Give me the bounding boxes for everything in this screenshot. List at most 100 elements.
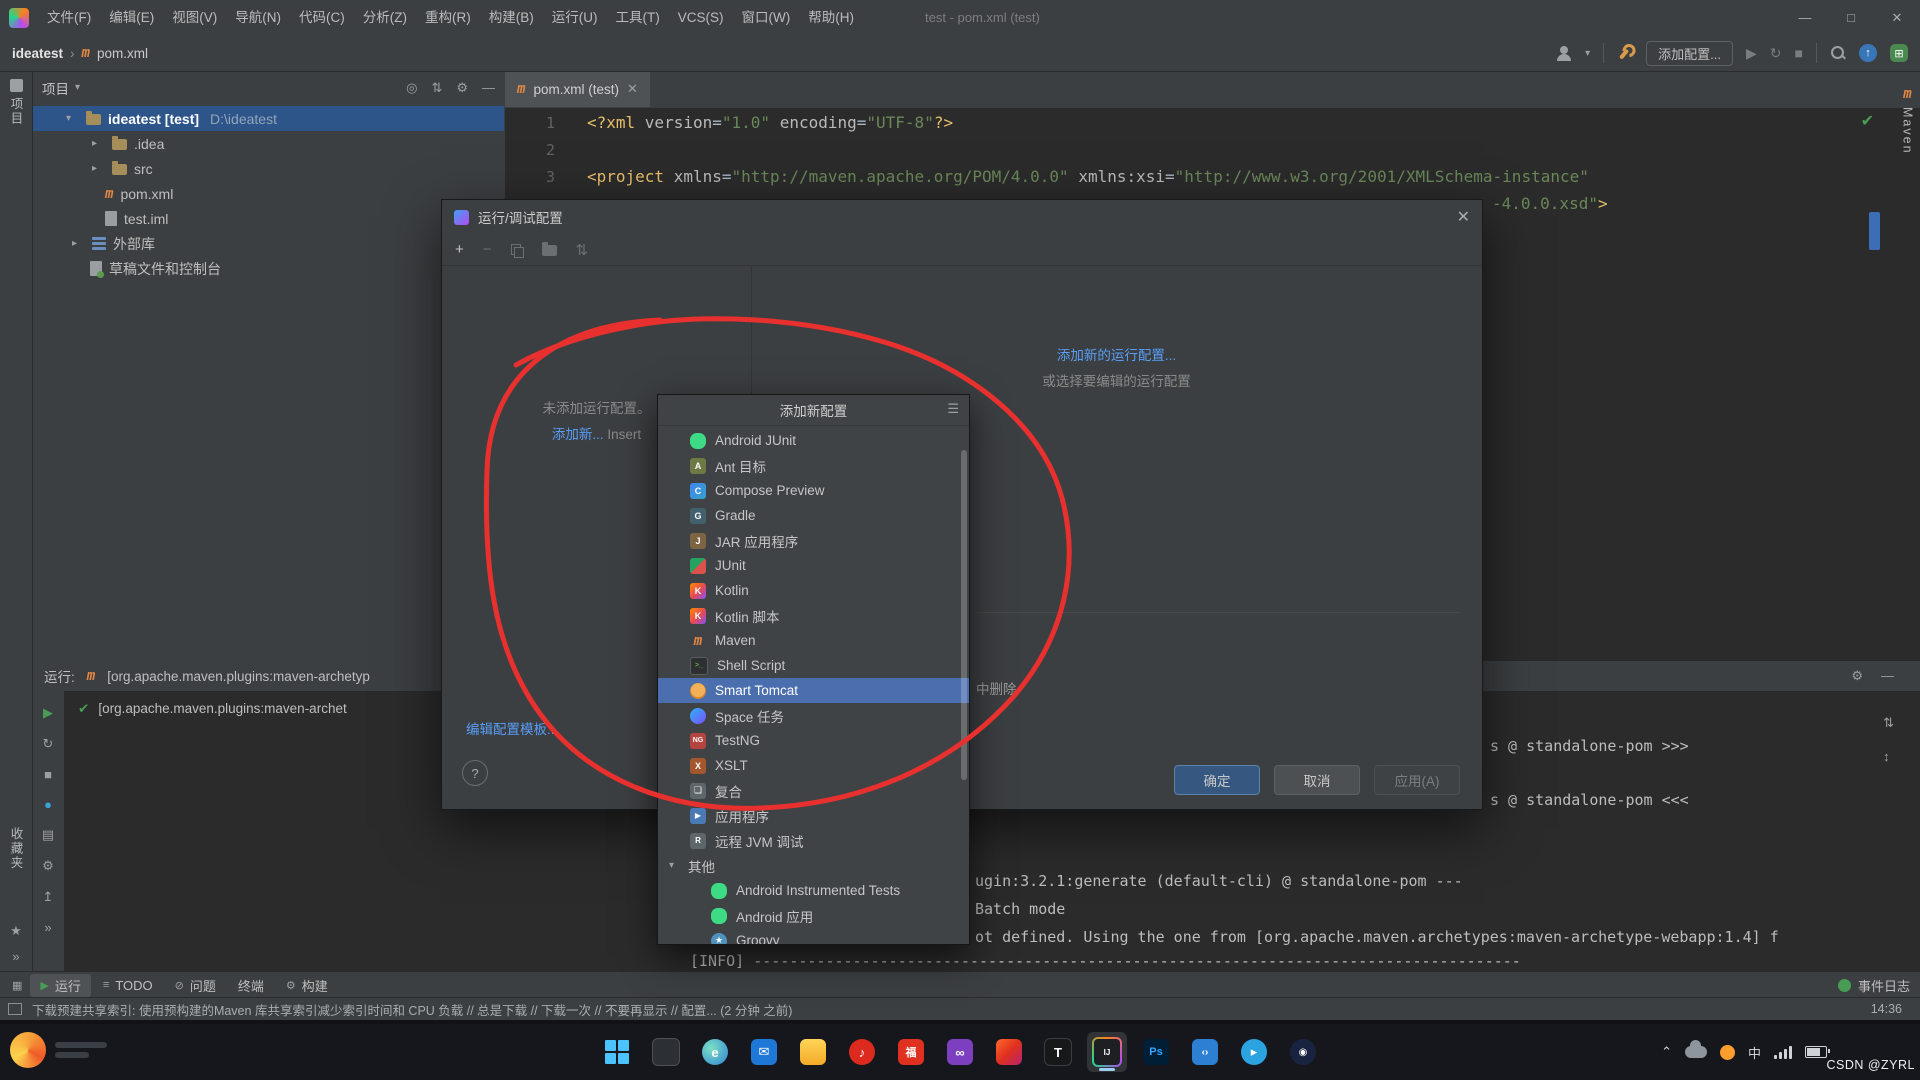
user-icon[interactable] [1556,45,1572,61]
config-type-kotlin[interactable]: KKotlin [658,578,969,603]
taskbar-app-photoshop[interactable]: Ps [1136,1032,1176,1072]
taskbar-widget[interactable] [10,1032,107,1068]
sort-icon[interactable]: ⇅ [576,241,589,259]
tray-expand-icon[interactable]: ⌃ [1661,1044,1672,1060]
config-type-testng[interactable]: NGTestNG [658,728,969,753]
help-icon[interactable]: ? [462,760,488,786]
favorites-star-icon[interactable]: ★ [0,923,32,939]
menu-window[interactable]: 窗口(W) [733,0,800,35]
settings-icon[interactable]: ⚙ [456,80,468,96]
tool-window-switcher-icon[interactable]: ▦ [12,979,22,992]
copy-icon[interactable] [511,244,523,256]
menu-code[interactable]: 代码(C) [290,0,354,35]
add-icon[interactable]: + [455,241,464,258]
menu-tools[interactable]: 工具(T) [607,0,669,35]
plugin-icon[interactable]: ⊞ [1890,44,1908,62]
export-icon[interactable]: ↥ [43,889,54,905]
menu-file[interactable]: 文件(F) [38,0,100,35]
taskbar-app-mail[interactable]: ✉ [744,1032,784,1072]
taskbar-app-explorer[interactable] [793,1032,833,1072]
config-type-jar[interactable]: JJAR 应用程序 [658,528,969,553]
new-folder-icon[interactable] [542,245,557,256]
rerun-icon[interactable]: ▶ [43,705,53,721]
run-settings-icon[interactable]: ⚙ [42,858,54,874]
config-type-junit[interactable]: JUnit [658,553,969,578]
project-panel-title[interactable]: 项目 [42,78,69,98]
menu-run[interactable]: 运行(U) [543,0,607,35]
rerun-failed-icon[interactable]: ↻ [43,736,54,752]
taskbar-app-jetbrains[interactable] [989,1032,1029,1072]
collapse-all-icon[interactable]: ⇅ [431,80,442,96]
config-type-ant[interactable]: AAnt 目标 [658,453,969,478]
add-config-button[interactable]: 添加配置... [1646,41,1733,66]
config-type-compound[interactable]: ❏复合 [658,778,969,803]
tree-row-scratches[interactable]: 草稿文件和控制台 [32,256,504,281]
network-icon[interactable] [1774,1046,1792,1059]
add-new-config-link[interactable]: 添加新的运行配置... [1057,348,1176,363]
more-tool-windows-icon[interactable]: » [0,949,32,964]
taskbar-app-foxit[interactable]: 福 [891,1032,931,1072]
locate-icon[interactable]: ◎ [406,80,417,96]
tree-row-root[interactable]: ▾ ideatest [test] D:\ideatest [32,106,504,131]
tree-row-src[interactable]: ▸ src [32,156,504,181]
taskbar-app-music[interactable]: ♪ [842,1032,882,1072]
close-tab-icon[interactable]: ✕ [627,81,638,97]
menu-navigate[interactable]: 导航(N) [226,0,290,35]
tree-row-idea[interactable]: ▸ .idea [32,131,504,156]
expand-arrow-icon[interactable]: ▾ [66,113,79,124]
config-type-groovy[interactable]: ★Groovy [658,928,969,945]
weather-dot-icon[interactable] [1720,1045,1735,1060]
expand-arrow-icon[interactable]: ▸ [72,238,85,249]
config-type-android-junit[interactable]: Android JUnit [658,428,969,453]
history-icon[interactable]: ▤ [42,827,54,843]
sidebar-tab-project[interactable]: 项目 [0,79,32,126]
idea-logo-icon[interactable] [9,8,29,28]
expand-arrow-icon[interactable]: ▸ [92,138,105,149]
more-icon[interactable]: » [44,920,51,935]
config-type-xslt[interactable]: XXSLT [658,753,969,778]
sidebar-tab-maven[interactable]: m Maven [1896,86,1919,155]
soft-wrap-icon[interactable]: ⇅ [1883,715,1894,731]
battery-icon[interactable] [1805,1046,1827,1058]
dialog-title-bar[interactable]: 运行/调试配置 ✕ [442,200,1482,234]
add-new-link[interactable]: 添加新... [552,427,604,442]
taskbar-app-edge[interactable]: e [695,1032,735,1072]
hide-panel-icon[interactable]: — [1881,668,1894,684]
hide-panel-icon[interactable]: — [482,80,495,96]
settings-icon[interactable]: ⚙ [1851,668,1863,684]
taskbar-app-telegram[interactable]: ▸ [1234,1032,1274,1072]
rerun-icon[interactable]: ↻ [1770,45,1782,62]
menu-help[interactable]: 帮助(H) [799,0,863,35]
stop-icon[interactable]: ■ [1795,45,1803,61]
input-method-indicator[interactable]: 中 [1748,1043,1761,1062]
toolbar-tab-todo[interactable]: ≡ TODO [93,976,163,995]
sidebar-tab-favorites[interactable]: 收藏夹 [0,827,32,871]
start-button[interactable] [597,1032,637,1072]
ok-button[interactable]: 确定 [1174,765,1260,795]
config-type-compose[interactable]: CCompose Preview [658,478,969,503]
close-button[interactable]: ✕ [1874,0,1920,35]
remove-icon[interactable]: − [483,241,492,258]
wrench-icon[interactable] [1614,42,1637,65]
filter-icon[interactable]: ☰ [947,401,959,417]
config-type-maven[interactable]: mMaven [658,628,969,653]
taskbar-app-idea[interactable]: IJ [1087,1032,1127,1072]
config-type-gradle[interactable]: GGradle [658,503,969,528]
breadcrumb-file[interactable]: pom.xml [97,46,148,61]
event-log[interactable]: 事件日志 [1838,972,1910,998]
config-type-shell[interactable]: >_Shell Script [658,653,969,678]
toolbar-tab-run[interactable]: ▶ 运行 [30,974,90,997]
edit-templates-link[interactable]: 编辑配置模板... [466,722,558,737]
update-icon[interactable]: ↑ [1859,44,1877,62]
popup-scrollbar[interactable] [961,450,967,780]
stop-icon[interactable]: ■ [44,767,52,782]
breadcrumb-project[interactable]: ideatest [12,46,63,61]
editor-tab-pom[interactable]: m pom.xml (test) ✕ [505,71,650,107]
toolbar-tab-build[interactable]: ⚙ 构建 [276,974,338,997]
maximize-button[interactable]: □ [1828,0,1874,35]
menu-view[interactable]: 视图(V) [163,0,226,35]
config-type-group-other[interactable]: ▾其他 [658,853,969,878]
taskbar-app-terminal[interactable] [646,1032,686,1072]
menu-edit[interactable]: 编辑(E) [100,0,163,35]
chevron-down-icon[interactable]: ▾ [75,82,80,93]
